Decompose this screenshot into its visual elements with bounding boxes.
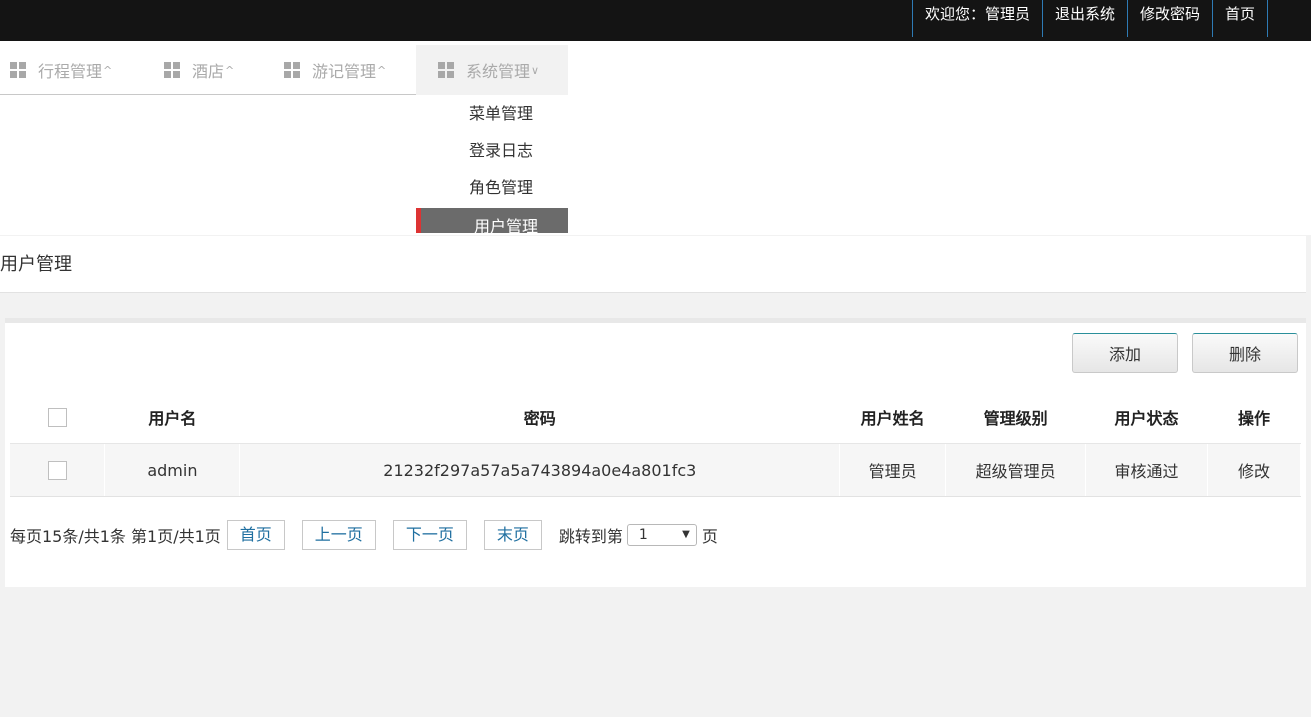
menu-item-label: 游记管理: [312, 62, 377, 81]
top-bar: 欢迎您：管理员 退出系统 修改密码 首页: [0, 0, 1311, 41]
dropdown-item-login-log[interactable]: 登录日志: [416, 132, 568, 169]
prev-page-button[interactable]: 上一页: [301, 520, 376, 550]
row-checkbox[interactable]: [47, 461, 67, 480]
first-page-button[interactable]: 首页: [226, 520, 285, 550]
title-band: 用户管理: [0, 236, 1306, 293]
column-header: 操作: [1207, 391, 1301, 444]
menu-item-label: 行程管理: [38, 62, 103, 81]
grid-icon: [438, 62, 454, 78]
jump-label: 跳转到第: [558, 527, 623, 546]
dropdown-item-label: 角色管理: [469, 178, 534, 197]
chevron-down-icon: ∨: [531, 63, 540, 77]
menu-item-itinerary[interactable]: 行程管理 ^: [10, 45, 112, 95]
column-header: 管理级别: [945, 391, 1086, 444]
logout-link[interactable]: 退出系统: [1043, 0, 1128, 37]
grid-icon: [164, 62, 180, 78]
column-header: 用户姓名: [839, 391, 946, 444]
column-header: 用户名: [104, 391, 240, 444]
page-select[interactable]: 1 ▼: [626, 524, 697, 546]
dropdown-arrow-icon: ▼: [682, 529, 690, 540]
system-dropdown: 菜单管理 登录日志 角色管理 用户管理: [416, 95, 568, 233]
last-page-button[interactable]: 末页: [483, 520, 542, 550]
table-row: admin 21232f297a57a5a743894a0e4a801fc3 管…: [10, 443, 1301, 497]
content-panel: 添加 删除 用户名 密码 用户姓名 管理级别 用户状态 操作 admin 212…: [5, 318, 1306, 587]
menu-item-hotel[interactable]: 酒店 ^: [164, 45, 234, 95]
change-password-link[interactable]: 修改密码: [1128, 0, 1213, 37]
top-nav: 欢迎您：管理员 退出系统 修改密码 首页: [911, 0, 1268, 37]
home-link[interactable]: 首页: [1213, 0, 1268, 37]
dropdown-item-label: 菜单管理: [469, 104, 534, 123]
name-cell: 管理员: [839, 443, 947, 497]
page-title: 用户管理: [0, 254, 72, 275]
menu-item-label: 酒店: [192, 62, 225, 81]
dropdown-item-user[interactable]: 用户管理: [416, 208, 568, 233]
status-cell: 审核通过: [1085, 443, 1208, 497]
menu-item-label: 系统管理: [466, 62, 531, 81]
edit-link[interactable]: 修改: [1207, 443, 1301, 497]
column-header: 密码: [239, 391, 840, 444]
select-all-checkbox[interactable]: [47, 408, 67, 427]
table-header-row: 用户名 密码 用户姓名 管理级别 用户状态 操作: [10, 391, 1301, 444]
next-page-button[interactable]: 下一页: [392, 520, 467, 550]
dropdown-item-label: 登录日志: [469, 141, 534, 160]
dropdown-item-role[interactable]: 角色管理: [416, 169, 568, 206]
level-cell: 超级管理员: [945, 443, 1087, 497]
select-all-cell: [10, 391, 105, 444]
page-unit-label: 页: [701, 527, 718, 546]
user-table: 用户名 密码 用户姓名 管理级别 用户状态 操作 admin 21232f297…: [10, 391, 1301, 497]
menu-item-travelogue[interactable]: 游记管理 ^: [284, 45, 386, 95]
dropdown-item-menu[interactable]: 菜单管理: [416, 95, 568, 132]
chevron-up-icon: ^: [377, 63, 387, 77]
row-select-cell: [10, 443, 106, 497]
username-cell: admin: [104, 443, 241, 497]
welcome-text: 欢迎您：管理员: [913, 0, 1043, 37]
page-select-value: 1: [638, 527, 648, 543]
grid-icon: [10, 62, 26, 78]
password-cell: 21232f297a57a5a743894a0e4a801fc3: [239, 443, 841, 497]
pagination-summary: 每页15条/共1条 第1页/共1页: [10, 527, 221, 546]
chevron-up-icon: ^: [225, 63, 235, 77]
dropdown-item-label: 用户管理: [474, 217, 539, 233]
grid-icon: [284, 62, 300, 78]
column-header: 用户状态: [1085, 391, 1208, 444]
chevron-up-icon: ^: [103, 63, 113, 77]
add-button[interactable]: 添加: [1072, 333, 1178, 373]
pagination: 每页15条/共1条 第1页/共1页 首页 上一页 下一页 末页 跳转到第 1 ▼…: [10, 520, 718, 550]
delete-button[interactable]: 删除: [1192, 333, 1298, 373]
menu-item-system[interactable]: 系统管理 ∨: [416, 45, 568, 95]
